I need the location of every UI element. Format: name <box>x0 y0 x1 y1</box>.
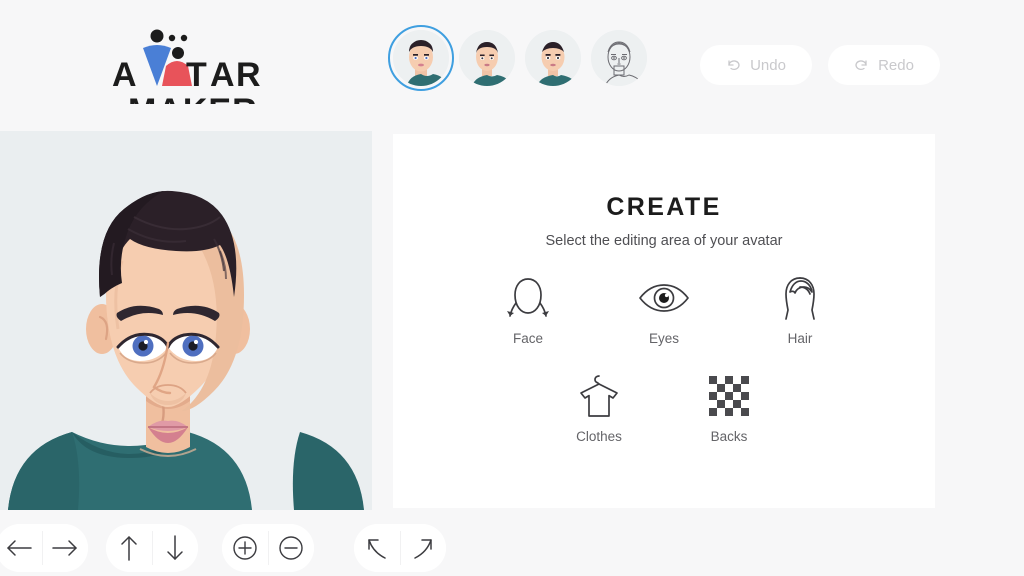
avatar-thumbnail-4-image <box>591 30 647 86</box>
rotate-left-button[interactable] <box>354 524 400 572</box>
svg-text:T: T <box>186 56 208 94</box>
editing-area-options: Face Eyes Hair Clothes Backs <box>393 274 935 444</box>
avatar-maker-app: A T A R MAKER AVATAR MAKER <box>0 0 1024 576</box>
move-up-button[interactable] <box>106 524 152 572</box>
option-eyes[interactable]: Eyes <box>618 274 710 346</box>
vertical-move-group <box>106 524 198 572</box>
plus-circle-icon <box>232 535 258 561</box>
horizontal-move-group <box>0 524 88 572</box>
move-down-button[interactable] <box>152 524 198 572</box>
checkerboard-pattern <box>709 376 749 416</box>
logo-graphic: A T A R MAKER <box>112 29 262 130</box>
arrow-down-icon <box>163 533 187 563</box>
rotate-group <box>354 524 446 572</box>
svg-text:A: A <box>210 56 236 94</box>
arrow-right-icon <box>50 536 80 560</box>
transform-toolbar <box>0 520 1024 576</box>
option-eyes-label: Eyes <box>648 331 679 346</box>
arrow-up-right-icon <box>409 534 437 562</box>
redo-arrow-icon <box>854 58 869 72</box>
option-face-label: Face <box>512 331 543 346</box>
history-actions: Undo Redo <box>700 45 940 85</box>
rotate-right-button[interactable] <box>400 524 446 572</box>
avatar-thumbnail-4[interactable] <box>591 30 647 86</box>
option-face[interactable]: Face <box>482 274 574 346</box>
arrow-left-icon <box>4 536 34 560</box>
redo-button[interactable]: Redo <box>828 45 940 85</box>
hair-icon <box>778 274 822 322</box>
svg-text:A: A <box>112 56 138 94</box>
zoom-in-button[interactable] <box>222 524 268 572</box>
arrow-up-icon <box>117 533 141 563</box>
eye-icon <box>638 274 690 322</box>
avatar-thumbnail-1-image <box>393 30 449 86</box>
create-panel-title: CREATE <box>606 193 722 221</box>
create-panel: CREATE Select the editing area of your a… <box>393 134 935 508</box>
option-hair-label: Hair <box>787 331 813 346</box>
option-clothes[interactable]: Clothes <box>553 372 645 444</box>
redo-button-label: Redo <box>878 56 914 74</box>
zoom-out-button[interactable] <box>268 524 314 572</box>
app-header: A T A R MAKER AVATAR MAKER <box>0 0 1024 130</box>
zoom-group <box>222 524 314 572</box>
undo-button-label: Undo <box>750 56 786 74</box>
option-backs[interactable]: Backs <box>683 372 775 444</box>
avatar-thumbnail-2[interactable] <box>459 30 515 86</box>
avatar-preview-panel[interactable] <box>0 131 372 510</box>
face-icon <box>506 274 550 322</box>
app-logo: A T A R MAKER AVATAR MAKER <box>110 22 270 130</box>
move-left-button[interactable] <box>0 524 42 572</box>
create-panel-subtitle: Select the editing area of your avatar <box>545 233 783 249</box>
option-clothes-label: Clothes <box>576 429 622 444</box>
undo-button[interactable]: Undo <box>700 45 812 85</box>
undo-arrow-icon <box>726 58 741 72</box>
avatar-thumbnail-3-image <box>525 30 581 86</box>
svg-text:R: R <box>236 56 262 94</box>
avatar-thumbnail-3[interactable] <box>525 30 581 86</box>
move-right-button[interactable] <box>42 524 88 572</box>
minus-circle-icon <box>278 535 304 561</box>
checkerboard-icon <box>709 372 749 420</box>
option-hair[interactable]: Hair <box>754 274 846 346</box>
avatar-thumbnail-2-image <box>459 30 515 86</box>
arrow-up-left-icon <box>363 534 391 562</box>
option-backs-label: Backs <box>710 429 748 444</box>
avatar-preview-image <box>0 131 372 510</box>
avatar-thumbnail-1[interactable] <box>388 25 454 91</box>
svg-text:MAKER: MAKER <box>128 92 258 104</box>
tshirt-hanger-icon <box>576 372 622 420</box>
avatar-thumbnail-list <box>388 25 647 91</box>
